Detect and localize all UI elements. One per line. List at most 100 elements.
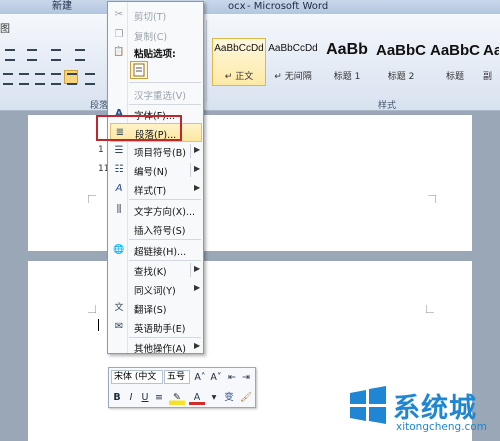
text-cursor — [98, 319, 99, 331]
document-page-1[interactable]: 1 11 — [28, 115, 472, 251]
submenu-arrow-icon: ▶ — [194, 341, 201, 350]
baidu-watermark: Bai百经验 — [270, 376, 357, 397]
style-preview: AaBbC — [375, 42, 426, 59]
style-preview: AaBb — [326, 41, 368, 58]
submenu-arrow-icon: ▶ — [194, 283, 201, 292]
font-color-button[interactable]: A — [189, 390, 205, 405]
grow-font-button[interactable]: A˄ — [193, 370, 207, 385]
group-separator — [206, 20, 207, 102]
style-preview: AaBbCcDd — [214, 43, 264, 54]
menu-item-cut[interactable]: ✂ 剪切(T) — [110, 6, 202, 25]
numbering-icon: ☷ — [114, 164, 124, 175]
menu-item-paste-options: 📋 粘贴选项: — [110, 43, 202, 62]
english-assistant-icon: ✉ — [114, 321, 124, 332]
menu-item-styles[interactable]: A 样式(T) ▶ — [110, 180, 202, 199]
bold-button[interactable]: B — [111, 390, 123, 405]
title-left: 新建 — [52, 1, 72, 12]
menu-item-more-actions[interactable]: 其他操作(A) ▶ — [110, 338, 202, 357]
highlight-color-icon[interactable]: ✎ — [169, 390, 185, 405]
menu-item-label: 其他操作(A) — [134, 344, 186, 355]
indent-decrease-icon[interactable]: ⇤ — [226, 370, 238, 385]
paste-icon: 📋 — [113, 47, 125, 57]
menu-item-insert-symbol[interactable]: 插入符号(S) — [110, 220, 202, 239]
menu-item-hanzi-reselect[interactable]: 汉字重选(V) — [110, 85, 202, 104]
menu-item-label: 插入符号(S) — [134, 226, 186, 237]
align-center-icon[interactable]: ≡ — [153, 390, 165, 405]
menu-item-label: 同义词(Y) — [134, 286, 176, 297]
numbering-button[interactable] — [24, 46, 38, 61]
style-normal[interactable]: AaBbCcDd ↵ 正文 — [212, 38, 266, 86]
submenu-arrow-icon: ▶ — [194, 264, 201, 273]
font-size-field[interactable]: 五号 — [164, 370, 190, 384]
ribbon: 图 段落 AaBbCcDd ↵ 正文 AaBbCcDd ↵ 无间隔 AaBb 标… — [0, 14, 500, 111]
menu-separator — [129, 82, 201, 83]
underline-button[interactable]: U — [139, 390, 151, 405]
menu-item-numbering[interactable]: ☷ 编号(N) ▶ — [110, 161, 202, 180]
text-direction-icon: ⫼ — [116, 204, 122, 215]
style-heading-2[interactable]: AaBbC 标题 2 — [374, 38, 428, 86]
menu-item-synonyms[interactable]: 同义词(Y) ▶ — [110, 280, 202, 299]
phonetic-guide-button[interactable]: 变 — [222, 390, 236, 405]
style-no-spacing[interactable]: AaBbCcDd ↵ 无间隔 — [266, 38, 320, 86]
split-separator — [190, 163, 191, 177]
dropdown-arrow-icon[interactable]: ▾ — [209, 390, 219, 405]
title-bar: 新建 ocx - Microsoft Word — [0, 0, 500, 15]
bullets-button[interactable] — [2, 46, 16, 61]
scissors-icon: ✂ — [114, 9, 124, 20]
style-subtitle[interactable]: AaBb 副 — [482, 38, 500, 86]
distribute-button[interactable] — [48, 70, 62, 85]
submenu-arrow-icon: ▶ — [194, 183, 201, 192]
split-separator — [190, 263, 191, 277]
brand-name: 系统城 — [393, 393, 477, 424]
italic-button[interactable]: I — [125, 390, 137, 405]
align-center-button[interactable] — [16, 70, 30, 85]
style-title[interactable]: AaBbC 标题 — [428, 38, 482, 86]
paragraph-group-label: 段落 — [90, 101, 109, 111]
brand-url: xitongcheng.com — [396, 421, 487, 433]
decrease-indent-button[interactable] — [72, 46, 86, 61]
multilevel-list-button[interactable] — [48, 46, 62, 61]
menu-item-english-assistant[interactable]: ✉ 英语助手(E) — [110, 318, 202, 337]
margin-mark-icon — [428, 195, 436, 203]
hyperlink-icon: 🌐 — [113, 245, 125, 255]
margin-mark-icon — [426, 305, 434, 313]
submenu-arrow-icon: ▶ — [194, 145, 201, 154]
style-name: ↵ 无间隔 — [274, 72, 312, 82]
align-right-button[interactable] — [32, 70, 46, 85]
menu-item-hyperlink[interactable]: 🌐 超链接(H)... — [110, 241, 202, 260]
title-mid: ocx — [228, 1, 246, 12]
align-left-button[interactable] — [0, 70, 14, 85]
font-name-field[interactable]: 宋体 (中文 — [111, 370, 163, 384]
mini-toolbar: 宋体 (中文 五号 A˄ A˅ ⇤ ⇥ B I U ≡ ✎ A ▾ 变 🖌 — [108, 367, 256, 408]
format-painter-icon[interactable]: 🖌 — [239, 390, 253, 405]
copy-icon: ❐ — [114, 29, 124, 40]
style-preview: AaBb — [483, 42, 499, 59]
menu-item-label: 英语助手(E) — [134, 324, 186, 335]
style-heading-1[interactable]: AaBb 标题 1 — [320, 38, 374, 86]
split-separator — [190, 144, 191, 158]
context-menu: ✂ 剪切(T) ❐ 复制(C) 📋 粘贴选项: 汉字重选(V) A 字体(F).… — [107, 1, 204, 357]
menu-item-text-direction[interactable]: ⫼ 文字方向(X)... — [110, 201, 202, 220]
menu-item-label: 超链接(H)... — [134, 247, 187, 258]
margin-mark-icon — [88, 195, 96, 203]
title-app: - Microsoft Word — [247, 1, 329, 12]
line-spacing-button[interactable] — [82, 70, 96, 85]
style-preview: AaBbC — [429, 42, 480, 59]
style-preview: AaBbCcDd — [268, 43, 318, 54]
translate-icon: 文 — [114, 303, 124, 313]
menu-item-label: 剪切(T) — [134, 12, 167, 23]
shrink-font-button[interactable]: A˅ — [209, 370, 223, 385]
justify-button[interactable] — [64, 70, 78, 85]
style-name: 标题 — [445, 72, 464, 82]
indent-increase-icon[interactable]: ⇥ — [240, 370, 252, 385]
margin-mark-icon — [88, 305, 96, 313]
menu-item-translate[interactable]: 文 翻译(S) — [110, 299, 202, 318]
submenu-arrow-icon: ▶ — [194, 164, 201, 173]
doc-fragment: 1 — [98, 145, 104, 155]
menu-item-find[interactable]: 查找(K) ▶ — [110, 261, 202, 280]
menu-item-label: 复制(C) — [134, 32, 168, 43]
paste-keep-text-button[interactable] — [130, 61, 148, 79]
menu-item-bullets[interactable]: ☰ 项目符号(B) ▶ — [110, 142, 202, 161]
style-name: 标题 2 — [387, 72, 415, 82]
style-name: 副 — [483, 72, 493, 82]
